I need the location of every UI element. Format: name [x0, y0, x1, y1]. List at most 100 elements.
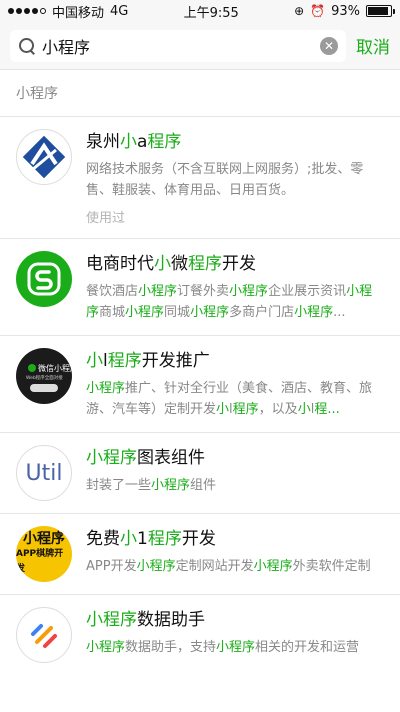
text-segment: 封装了一些	[86, 478, 152, 493]
cancel-button[interactable]: 取消	[356, 33, 390, 58]
text-segment: ，以及	[258, 402, 298, 417]
highlight-text: 小程序	[229, 284, 269, 299]
free-dev-logo-icon: 小程序 APP棋牌开发	[16, 526, 72, 582]
signal-strength-icon	[8, 8, 46, 14]
text-segment: 开发	[181, 529, 216, 549]
text-segment: 网络技术服务（不含互联网上网服务）;批发、零售、鞋服装、体育用品、日用百货。	[86, 162, 364, 198]
network-type: 4G	[110, 3, 129, 19]
text-segment: 泉州	[86, 132, 120, 152]
result-title: 小程序数据助手	[86, 607, 384, 633]
result-body: 免费小1程序开发 APP开发小程序定制网站开发小程序外卖软件定制	[86, 526, 384, 582]
text-segment: 图表组件	[137, 448, 205, 468]
quanzhou-logo-icon	[16, 129, 72, 185]
text-segment: 开发推广	[141, 351, 210, 371]
result-body: 小程序数据助手 小程序数据助手，支持小程序相关的开发和运营	[86, 607, 384, 663]
highlight-text: 程序	[232, 402, 259, 417]
result-body: 小l程序开发推广 小程序推广、针对全行业（美食、酒店、教育、旅游、汽车等）定制开…	[86, 348, 384, 420]
alarm-icon: ⏰	[310, 4, 326, 18]
result-item-kaifa-tuiguang[interactable]: 微信小程序 Web程序全面对接 小l程序开发推广 小程序推广、针对全行业（美食、…	[0, 335, 400, 432]
search-header: ✕ 取消	[0, 22, 400, 70]
result-desc: APP开发小程序定制网站开发小程序外卖软件定制	[86, 556, 384, 577]
search-input[interactable]	[42, 36, 314, 55]
highlight-text: 小程序	[86, 448, 137, 468]
section-title: 小程序	[16, 86, 58, 102]
status-left: 中国移动 4G	[8, 2, 128, 21]
highlight-text: 小程序	[125, 305, 165, 320]
highlight-text: 小程序	[190, 305, 230, 320]
dianshang-logo-icon	[16, 251, 72, 307]
used-tag: 使用过	[86, 211, 126, 226]
orientation-lock-icon: ⊕	[294, 4, 305, 18]
text-segment: ...	[333, 305, 346, 320]
highlight-text: 小程序	[216, 640, 256, 655]
clear-icon[interactable]: ✕	[320, 36, 338, 55]
text-segment: 定制网站开发	[175, 559, 254, 574]
highlight-text: 小	[120, 132, 137, 152]
icon-subcaption: Web程序全面对接	[26, 374, 63, 381]
battery-percent: 93%	[331, 3, 360, 19]
text-segment: 多商户门店	[229, 305, 295, 320]
result-desc: 封装了一些小程序组件	[86, 475, 384, 496]
result-desc: 网络技术服务（不含互联网上网服务）;批发、零售、鞋服装、体育用品、日用百货。	[86, 159, 384, 201]
text-segment: 同城	[164, 305, 191, 320]
highlight-text: 小	[120, 529, 137, 549]
highlight-text: 小程序	[138, 284, 178, 299]
text-segment: 电商时代	[86, 254, 154, 274]
text-segment: 企业展示资讯	[268, 284, 347, 299]
result-item-mianfei[interactable]: 小程序 APP棋牌开发 免费小1程序开发 APP开发小程序定制网站开发小程序外卖…	[0, 513, 400, 594]
text-segment: 数据助手，支持	[125, 640, 217, 655]
weixin-xiaochengxu-logo-icon: 微信小程序 Web程序全面对接	[16, 348, 72, 404]
result-title: 小程序图表组件	[86, 445, 384, 471]
icon-caption: 小程序	[23, 530, 65, 547]
highlight-text: 小	[86, 351, 103, 371]
status-time: 上午9:55	[183, 5, 239, 21]
result-title: 电商时代小微程序开发	[86, 251, 384, 277]
text-segment: a	[137, 132, 148, 152]
highlight-text: 小	[216, 402, 230, 417]
search-icon	[18, 37, 36, 55]
highlight-text: 程...	[314, 402, 340, 417]
text-segment: APP开发	[86, 559, 137, 574]
result-item-shuju[interactable]: 小程序数据助手 小程序数据助手，支持小程序相关的开发和运营	[0, 594, 400, 675]
result-list: 泉州小a程序 网络技术服务（不含互联网上网服务）;批发、零售、鞋服装、体育用品、…	[0, 116, 400, 675]
text-segment: 开发	[222, 254, 256, 274]
highlight-text: 程序	[147, 132, 182, 152]
highlight-text: 小程序	[86, 640, 126, 655]
highlight-text: 程序	[107, 351, 142, 371]
result-title: 小l程序开发推广	[86, 348, 384, 374]
highlight-text: 小程序	[86, 381, 126, 396]
data-helper-logo-icon	[16, 607, 72, 663]
highlight-text: 程序	[147, 529, 182, 549]
text-segment: 1	[137, 529, 148, 549]
result-body: 电商时代小微程序开发 餐饮酒店小程序订餐外卖小程序企业展示资讯小程序商城小程序同…	[86, 251, 384, 323]
highlight-text: 小程序	[151, 478, 191, 493]
status-bar: 中国移动 4G 上午9:55 ⊕ ⏰ 93%	[0, 0, 400, 22]
text-segment: 数据助手	[137, 610, 205, 630]
result-title: 免费小1程序开发	[86, 526, 384, 552]
result-item-dianshang[interactable]: 电商时代小微程序开发 餐饮酒店小程序订餐外卖小程序企业展示资讯小程序商城小程序同…	[0, 238, 400, 335]
text-segment: 餐饮酒店	[86, 284, 139, 299]
text-segment: 外卖软件定制	[292, 559, 371, 574]
result-desc: 小程序数据助手，支持小程序相关的开发和运营	[86, 637, 384, 658]
result-title: 泉州小a程序	[86, 129, 384, 155]
text-segment: 相关的开发和运营	[255, 640, 360, 655]
result-item-quanzhou[interactable]: 泉州小a程序 网络技术服务（不含互联网上网服务）;批发、零售、鞋服装、体育用品、…	[0, 116, 400, 238]
battery-icon	[366, 5, 395, 17]
highlight-text: 小	[297, 402, 311, 417]
highlight-text: 小程序	[136, 559, 176, 574]
text-segment: 免费	[86, 529, 120, 549]
text-segment: 微	[171, 254, 188, 274]
icon-subcaption: APP棋牌开发	[16, 548, 64, 574]
carrier-name: 中国移动	[52, 5, 105, 21]
text-segment: 商城	[99, 305, 126, 320]
search-box[interactable]: ✕	[10, 29, 346, 62]
status-right: ⊕ ⏰ 93%	[294, 3, 395, 19]
util-logo-icon: Util	[16, 445, 72, 501]
result-item-tubiao[interactable]: Util 小程序图表组件 封装了一些小程序组件	[0, 432, 400, 513]
icon-caption: 微信小程序	[38, 363, 72, 373]
result-desc: 小程序推广、针对全行业（美食、酒店、教育、旅游、汽车等）定制开发小l程序，以及小…	[86, 378, 384, 420]
highlight-text: 小	[154, 254, 171, 274]
result-body: 泉州小a程序 网络技术服务（不含互联网上网服务）;批发、零售、鞋服装、体育用品、…	[86, 129, 384, 226]
result-desc: 餐饮酒店小程序订餐外卖小程序企业展示资讯小程序商城小程序同城小程序多商户门店小程…	[86, 281, 384, 323]
battery-level	[368, 7, 389, 15]
